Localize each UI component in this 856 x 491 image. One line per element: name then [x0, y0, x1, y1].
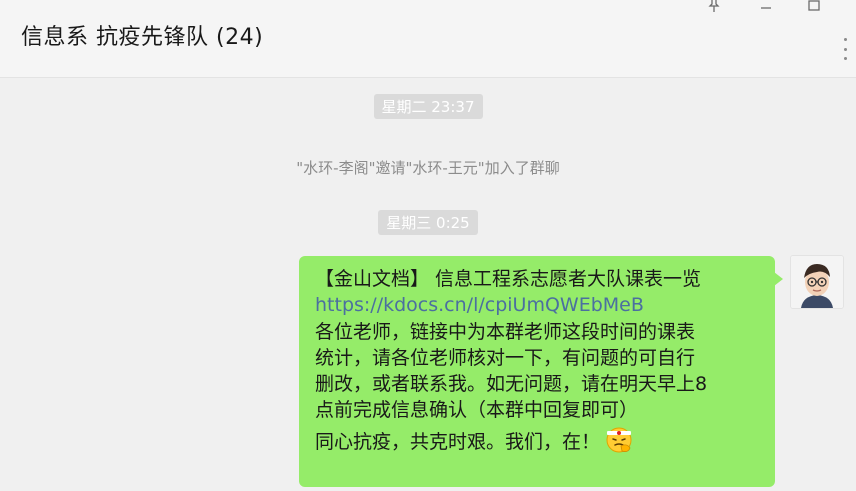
maximize-icon[interactable]	[800, 0, 828, 16]
chat-header: 信息系 抗疫先锋队 (24)	[0, 0, 856, 78]
message-line-last: 同心抗疫，共克时艰。我们，在！	[315, 424, 765, 455]
fighting-emoji-icon	[604, 424, 634, 454]
timestamp-divider: 星期二 23:37	[0, 94, 856, 119]
timestamp-divider: 星期三 0:25	[0, 210, 856, 235]
more-vertical-icon[interactable]	[842, 38, 848, 60]
message-link[interactable]: https://kdocs.cn/l/cpiUmQWEbMeB	[315, 292, 765, 318]
pin-icon[interactable]	[700, 0, 728, 16]
more-dot	[843, 38, 847, 41]
chat-title: 信息系 抗疫先锋队 (24)	[21, 25, 264, 50]
message-line: 删改，或者联系我。如无问题，请在明天早上8	[315, 373, 708, 396]
more-dot	[843, 47, 847, 51]
message-line: 统计，请各位老师核对一下，有问题的可自行	[315, 346, 696, 369]
message-line: 【金山文档】 信息工程系志愿者大队课表一览	[315, 268, 702, 290]
timestamp-label: 星期二 23:37	[373, 94, 483, 119]
more-dot	[843, 57, 847, 60]
minimize-icon[interactable]	[752, 0, 780, 16]
message-text: 同心抗疫，共克时艰。我们，在！	[315, 430, 601, 453]
message-line: 点前完成信息确认（本群中回复即可）	[315, 399, 639, 422]
system-message: "水环-李阁"邀请"水环-王元"加入了群聊	[296, 159, 560, 177]
message-bubble[interactable]: 【金山文档】 信息工程系志愿者大队课表一览 https://kdocs.cn/l…	[299, 256, 783, 487]
avatar[interactable]	[790, 255, 844, 309]
timestamp-label: 星期三 0:25	[378, 210, 478, 235]
message-line: 各位老师，链接中为本群老师这段时间的课表	[315, 320, 696, 343]
